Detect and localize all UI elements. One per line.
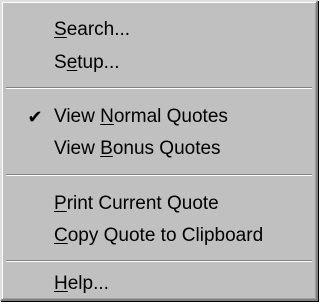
menu-item-view-bonus-quotes[interactable]: View Bonus Quotes bbox=[2, 133, 316, 165]
menu-item-label: View Bonus Quotes bbox=[54, 138, 221, 159]
menu-item-print-current-quote[interactable]: Print Current Quote bbox=[2, 188, 316, 220]
menu-item-label: Help... bbox=[54, 273, 109, 294]
checkmark-icon: ✔ bbox=[27, 107, 43, 127]
context-menu: Search... Setup... ✔ View Normal Quotes … bbox=[0, 0, 318, 301]
menu-item-view-normal-quotes[interactable]: ✔ View Normal Quotes bbox=[2, 101, 316, 133]
menu-item-label: Search... bbox=[54, 19, 131, 40]
menu-item-label: Print Current Quote bbox=[54, 193, 219, 214]
menu-item-label: View Normal Quotes bbox=[54, 106, 228, 127]
menu-item-setup[interactable]: Setup... bbox=[2, 47, 316, 79]
menu-item-label: Copy Quote to Clipboard bbox=[54, 225, 264, 246]
menu-separator bbox=[6, 87, 312, 89]
menu-item-copy-quote-to-clipboard[interactable]: Copy Quote to Clipboard bbox=[2, 220, 316, 252]
menu-separator bbox=[6, 260, 312, 262]
menu-item-label: Setup... bbox=[54, 52, 120, 73]
menu-item-help[interactable]: Help... bbox=[2, 268, 316, 300]
menu-item-search[interactable]: Search... bbox=[2, 14, 316, 46]
menu-separator bbox=[6, 174, 312, 176]
